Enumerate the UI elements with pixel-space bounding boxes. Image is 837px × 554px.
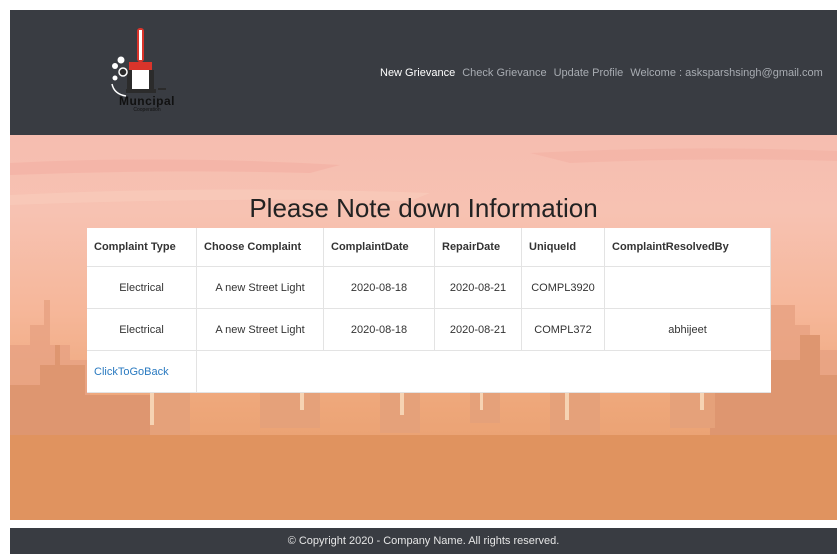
back-link-cell: ClickToGoBack [87,350,197,393]
nav-check-grievance[interactable]: Check Grievance [462,67,546,79]
top-nav: New Grievance Check Grievance Update Pro… [380,10,823,135]
municipal-logo[interactable]: Muncipal Cooperation [88,26,188,124]
table-row: Electrical A new Street Light 2020-08-18… [87,308,771,351]
cell-unique-id: COMPL3920 [521,266,605,309]
column-header-repair-date: RepairDate [434,228,522,267]
site-footer: © Copyright 2020 - Company Name. All rig… [10,528,837,554]
cell-resolved-by: abhijeet [604,308,771,351]
table-header-row: Complaint Type Choose Complaint Complain… [87,228,771,267]
cell-repair-date: 2020-08-21 [434,308,522,351]
table-row: Electrical A new Street Light 2020-08-18… [87,266,771,309]
click-to-go-back-link[interactable]: ClickToGoBack [94,366,169,378]
cell-complaint-type: Electrical [87,308,197,351]
welcome-text: Welcome : asksparshsingh@gmail.com [630,66,823,79]
empty-cell [196,350,771,393]
cell-unique-id: COMPL372 [521,308,605,351]
column-header-complaint-date: ComplaintDate [323,228,435,267]
cell-choose-complaint: A new Street Light [196,266,324,309]
page-title: Please Note down Information [249,193,598,223]
cell-choose-complaint: A new Street Light [196,308,324,351]
nav-update-profile[interactable]: Update Profile [554,67,624,79]
column-header-unique-id: UniqueId [521,228,605,267]
cell-complaint-date: 2020-08-18 [323,308,435,351]
site-header: Muncipal Cooperation New Grievance Check… [10,10,837,135]
cell-resolved-by [604,266,771,309]
logo-subtitle: Cooperation [133,107,161,113]
column-header-complaint-type: Complaint Type [87,228,197,267]
copyright-text: © Copyright 2020 - Company Name. All rig… [287,535,560,547]
nav-new-grievance[interactable]: New Grievance [380,67,455,79]
grievance-table: Complaint Type Choose Complaint Complain… [87,228,771,393]
column-header-choose-complaint: Choose Complaint [196,228,324,267]
column-header-resolved-by: ComplaintResolvedBy [604,228,771,267]
cell-repair-date: 2020-08-21 [434,266,522,309]
table-row-back: ClickToGoBack [87,350,771,393]
hero-section: Please Note down Information Complaint T… [10,135,837,520]
cell-complaint-type: Electrical [87,266,197,309]
cell-complaint-date: 2020-08-18 [323,266,435,309]
logo-name: Muncipal [118,94,175,108]
